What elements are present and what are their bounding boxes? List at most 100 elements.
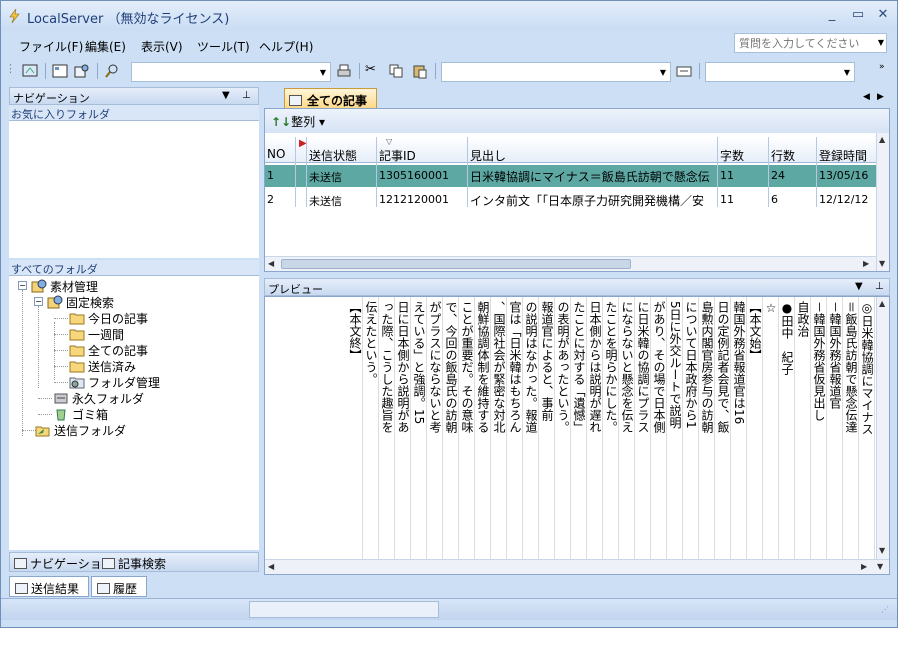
- scroll-right-icon[interactable]: ▶: [861, 562, 867, 571]
- scroll-down-icon[interactable]: ▼: [879, 259, 885, 268]
- resize-grip-icon[interactable]: ⋰: [881, 605, 889, 614]
- chevron-down-icon[interactable]: ▼: [844, 68, 850, 77]
- magnifier-icon[interactable]: [103, 62, 121, 80]
- search-panel-icon: [102, 558, 115, 569]
- preview-text-column: －韓国外務省仮見出し: [812, 301, 826, 422]
- sort-button[interactable]: ↑↓整列 ▾: [271, 113, 325, 130]
- table-row[interactable]: 2 未送信 1212120001 インタ前文「「日本原子力研究開発機構／安 11…: [265, 189, 877, 211]
- pin-icon[interactable]: ⊥: [242, 90, 251, 101]
- tree-item-fixed-search[interactable]: 固定検索: [47, 294, 114, 310]
- menu-help[interactable]: ヘルプ(H): [259, 38, 313, 55]
- preview-header: プレビュー ▼ ⊥: [264, 278, 890, 296]
- scrollbar-thumb[interactable]: [281, 259, 631, 269]
- preview-text-column: ことが重要だ。その意味: [460, 301, 474, 433]
- toolbar-combo-2[interactable]: ▼: [441, 62, 671, 82]
- preview-text-column: ☆: [764, 301, 778, 315]
- tree-item-week[interactable]: 一週間: [69, 326, 124, 342]
- scroll-up-icon[interactable]: ▲: [879, 135, 885, 144]
- recycle-bin-icon: [56, 409, 66, 421]
- column-article-id[interactable]: 記事ID: [379, 147, 416, 164]
- preview-vertical-scrollbar[interactable]: ▲ ▼: [876, 297, 889, 559]
- pin-icon[interactable]: ⊥: [875, 281, 884, 292]
- help-search-box[interactable]: ▼: [734, 33, 887, 53]
- preview-text-column: 日の定例記者会見で、飯: [716, 301, 730, 433]
- grid-horizontal-scrollbar[interactable]: ◀ ▶: [265, 256, 876, 271]
- column-status[interactable]: 送信状態: [309, 147, 357, 164]
- toolbar-combo-1[interactable]: ▼: [131, 62, 331, 82]
- chevron-down-icon[interactable]: ▼: [660, 68, 666, 77]
- preview-text-column: 5日に外交ルートで説明: [668, 301, 682, 429]
- tree-item-send-folder[interactable]: 送信フォルダ: [35, 422, 126, 438]
- preview-text-column: 【本文終】: [348, 301, 362, 361]
- expand-toggle[interactable]: −: [34, 297, 43, 306]
- grid-vertical-scrollbar[interactable]: ▲ ▼: [876, 133, 889, 271]
- column-headline[interactable]: 見出し: [470, 147, 506, 164]
- menu-file[interactable]: ファイル(F): [19, 38, 83, 55]
- card-icon[interactable]: [675, 62, 693, 80]
- tab-article-search[interactable]: 記事検索: [102, 555, 166, 572]
- paste-icon[interactable]: [411, 62, 429, 80]
- tab-all-articles[interactable]: 全ての記事: [284, 88, 377, 109]
- toolbar-combo-3[interactable]: ▼: [705, 62, 855, 82]
- preview-horizontal-scrollbar[interactable]: ◀ ▶ ▼: [265, 559, 889, 574]
- tree-item-all-articles[interactable]: 全ての記事: [69, 342, 148, 358]
- print-icon[interactable]: [335, 62, 353, 80]
- chevron-down-icon[interactable]: ▼: [878, 38, 884, 47]
- minimize-button[interactable]: _: [823, 6, 841, 24]
- tree-item-folder-management[interactable]: フォルダ管理: [69, 374, 160, 390]
- user-search-icon[interactable]: [73, 62, 91, 80]
- menu-tools[interactable]: ツール(T): [197, 38, 250, 55]
- scroll-right-icon[interactable]: ▶: [863, 259, 869, 268]
- scroll-down-icon[interactable]: ▼: [877, 562, 883, 571]
- tree-item-sent[interactable]: 送信済み: [69, 358, 136, 374]
- tree-item-permanent-folder[interactable]: 永久フォルダ: [53, 390, 144, 406]
- screen-icon[interactable]: [21, 62, 39, 80]
- column-registered-time[interactable]: 登録時間: [819, 147, 867, 164]
- table-row[interactable]: 1 未送信 1305160001 日米韓協調にマイナス＝飯島氏訪朝で懸念伝 11…: [265, 165, 877, 187]
- scroll-left-icon[interactable]: ◀: [268, 259, 274, 268]
- menu-edit[interactable]: 編集(E): [85, 38, 126, 55]
- preview-text-column: の説明はなかった。報道: [524, 301, 538, 433]
- title-bar[interactable]: LocalServer （無効なライセンス) _ ▭ ✕: [1, 1, 897, 31]
- sort-icon: ↑↓: [271, 115, 292, 129]
- scroll-left-icon[interactable]: ◀: [268, 562, 274, 571]
- copy-icon[interactable]: [387, 62, 405, 80]
- chevron-down-icon[interactable]: ▼: [855, 281, 863, 292]
- preview-text-column: 韓国外務省報道官は16: [732, 301, 746, 425]
- preview-text-column: 、国際社会が緊密な対北: [492, 301, 506, 433]
- list-view-icon[interactable]: [51, 62, 69, 80]
- scroll-up-icon[interactable]: ▲: [879, 299, 885, 308]
- column-chars[interactable]: 字数: [720, 147, 744, 164]
- close-button[interactable]: ✕: [874, 6, 892, 24]
- navigation-icon: [14, 558, 27, 569]
- tree-item-material[interactable]: 素材管理: [31, 278, 98, 294]
- expand-toggle[interactable]: −: [18, 281, 27, 290]
- tree-item-today[interactable]: 今日の記事: [69, 310, 148, 326]
- tree-item-trash[interactable]: ゴミ箱: [53, 406, 108, 422]
- column-no[interactable]: NO: [267, 147, 285, 161]
- sort-arrow-icon: ▽: [386, 137, 393, 146]
- folder-icon: [69, 313, 85, 325]
- preview-text-column: 【本文始】: [748, 301, 762, 361]
- cut-icon[interactable]: ✂: [365, 62, 383, 80]
- folder-tree: − 素材管理 − 固定検索 今日の記事 一週間 全ての記事 送信済み フォルダ管…: [9, 276, 259, 550]
- preview-text-column: －韓国外務省報道官: [828, 301, 842, 410]
- scroll-down-icon[interactable]: ▼: [879, 546, 885, 555]
- preview-text-column: 島勲内閣官房参与の訪朝: [700, 301, 714, 433]
- all-folders-label: すべてのフォルダ: [9, 260, 259, 276]
- navigation-title: ナビゲーション: [13, 92, 90, 105]
- column-lines[interactable]: 行数: [771, 147, 795, 164]
- menu-view[interactable]: 表示(V): [141, 38, 183, 55]
- maximize-button[interactable]: ▭: [849, 6, 867, 24]
- chevron-down-icon[interactable]: ▼: [222, 90, 230, 101]
- chevron-down-icon[interactable]: ▼: [320, 68, 326, 77]
- folder-icon: [69, 329, 85, 341]
- help-search-input[interactable]: [735, 34, 867, 52]
- tab-send-results[interactable]: 送信結果: [9, 576, 89, 597]
- tab-navigation[interactable]: ナビゲーション: [14, 555, 114, 572]
- results-icon: [15, 583, 28, 594]
- scroll-right-icon[interactable]: ▶: [877, 92, 884, 102]
- tab-history[interactable]: 履歴: [91, 576, 147, 597]
- scroll-left-icon[interactable]: ◀: [863, 92, 870, 102]
- toolbar-overflow-icon[interactable]: »: [879, 62, 897, 80]
